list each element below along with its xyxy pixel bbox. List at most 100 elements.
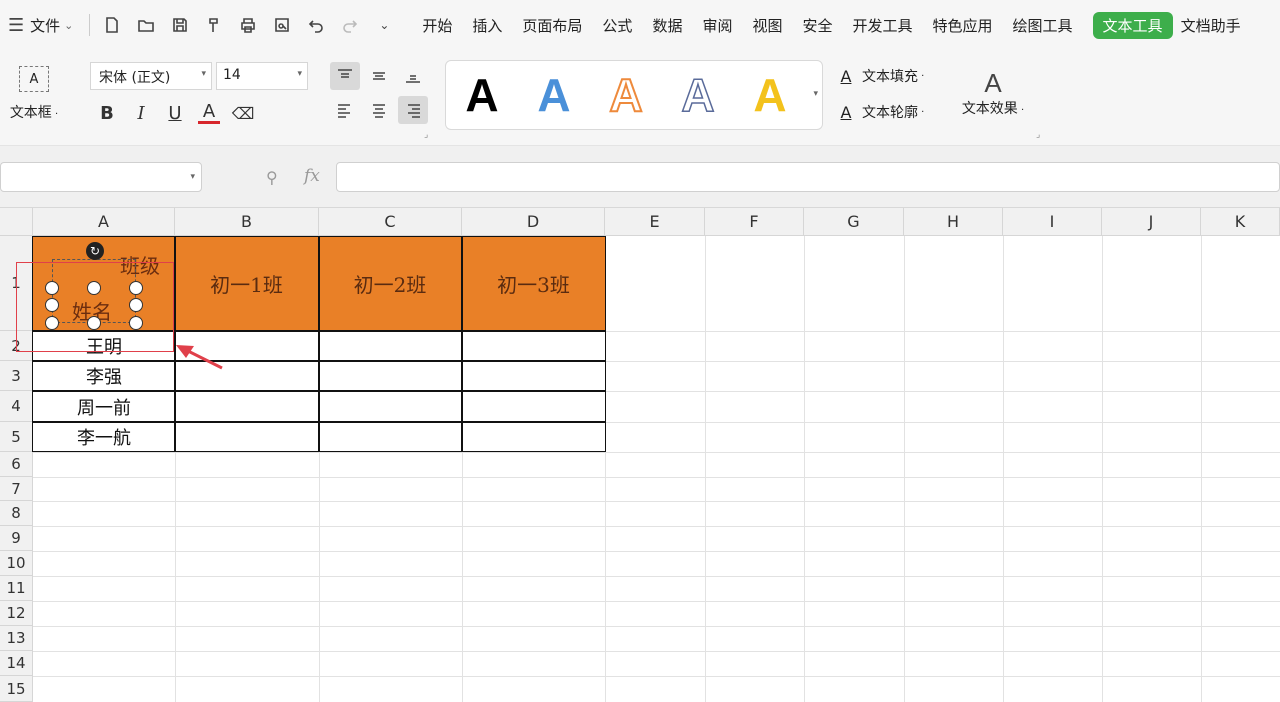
row-header-4[interactable]: 4 <box>0 391 33 422</box>
row-header-11[interactable]: 11 <box>0 576 33 601</box>
tab-developer[interactable]: 开发工具 <box>853 15 913 36</box>
save-icon[interactable] <box>168 13 192 37</box>
tab-doc-assistant[interactable]: 文档助手 <box>1181 15 1241 36</box>
font-color-button[interactable]: A <box>198 101 220 124</box>
column-header-i[interactable]: I <box>1003 208 1102 236</box>
redo-icon[interactable] <box>338 13 362 37</box>
table-vline <box>318 236 320 452</box>
column-header-b[interactable]: B <box>175 208 319 236</box>
tab-start[interactable]: 开始 <box>422 15 452 36</box>
textbox-button[interactable]: A 文本框 · <box>4 62 64 122</box>
row-header-14[interactable]: 14 <box>0 651 33 676</box>
text-outline-button[interactable]: A 文本轮廓 · <box>836 102 925 122</box>
column-header-k[interactable]: K <box>1201 208 1280 236</box>
tab-security[interactable]: 安全 <box>802 15 832 36</box>
column-header-a[interactable]: A <box>33 208 175 236</box>
align-middle-icon[interactable] <box>364 62 394 90</box>
cell-d1[interactable]: 初一3班 <box>462 236 605 331</box>
gridline <box>33 651 1280 652</box>
ribbon: A 文本框 · 宋体 (正文) ▾ 14 ▾ B I U A ⌫ ⌟ A A A… <box>0 50 1280 146</box>
formula-bar: ▾ ⚲ fx <box>0 146 1280 208</box>
italic-button[interactable]: I <box>130 102 152 124</box>
row-header-9[interactable]: 9 <box>0 526 33 551</box>
column-header-h[interactable]: H <box>904 208 1003 236</box>
dropdown-arrow-icon: ▾ <box>201 69 206 79</box>
wordart-style-orange-outline[interactable]: A <box>590 68 662 122</box>
dialog-launcher-icon[interactable]: ⌟ <box>424 130 428 140</box>
select-all-corner[interactable] <box>0 208 33 236</box>
column-header-g[interactable]: G <box>804 208 904 236</box>
column-header-j[interactable]: J <box>1102 208 1201 236</box>
name-box[interactable]: ▾ <box>0 162 202 192</box>
gallery-more-icon[interactable]: ▾ <box>813 89 818 99</box>
undo-icon[interactable] <box>304 13 328 37</box>
cell-a5[interactable]: 李一航 <box>33 422 175 452</box>
tab-insert[interactable]: 插入 <box>472 15 502 36</box>
wordart-style-blue[interactable]: A <box>518 68 590 122</box>
cell-c1[interactable]: 初一2班 <box>319 236 462 331</box>
dialog-launcher-icon[interactable]: ⌟ <box>1036 130 1040 140</box>
column-header-d[interactable]: D <box>462 208 605 236</box>
gridline <box>605 236 606 702</box>
rotate-handle-icon[interactable]: ↻ <box>86 242 104 260</box>
row-header-3[interactable]: 3 <box>0 361 33 391</box>
open-folder-icon[interactable] <box>134 13 158 37</box>
tab-view[interactable]: 视图 <box>752 15 782 36</box>
gridline <box>1201 236 1202 702</box>
row-header-10[interactable]: 10 <box>0 551 33 576</box>
zoom-search-icon[interactable]: ⚲ <box>266 168 278 187</box>
column-header-e[interactable]: E <box>605 208 705 236</box>
tab-special-apps[interactable]: 特色应用 <box>933 15 993 36</box>
formula-input[interactable] <box>336 162 1280 192</box>
font-size-select[interactable]: 14 ▾ <box>216 62 308 90</box>
align-center-icon[interactable] <box>364 96 394 124</box>
file-menu[interactable]: 文件 <box>30 15 60 36</box>
cell-a3[interactable]: 李强 <box>33 361 175 391</box>
underline-button[interactable]: U <box>164 102 186 124</box>
text-fill-button[interactable]: A 文本填充 · <box>836 66 925 86</box>
align-left-icon[interactable] <box>330 96 360 124</box>
print-icon[interactable] <box>236 13 260 37</box>
gridline <box>1102 236 1103 702</box>
row-header-12[interactable]: 12 <box>0 601 33 626</box>
gridline <box>33 551 1280 552</box>
print-preview-icon[interactable] <box>270 13 294 37</box>
text-effect-button[interactable]: A 文本效果 · <box>955 68 1031 118</box>
column-header-f[interactable]: F <box>705 208 804 236</box>
align-right-icon[interactable] <box>398 96 428 124</box>
tab-review[interactable]: 审阅 <box>702 15 732 36</box>
row-header-6[interactable]: 6 <box>0 452 33 477</box>
tab-drawing-tools[interactable]: 绘图工具 <box>1013 15 1073 36</box>
tab-page-layout[interactable]: 页面布局 <box>522 15 582 36</box>
wordart-style-outline[interactable]: A <box>662 68 734 122</box>
cell-b1[interactable]: 初一1班 <box>175 236 319 331</box>
chevron-down-icon[interactable]: ⌄ <box>64 19 73 32</box>
hamburger-icon[interactable]: ☰ <box>8 15 24 36</box>
tab-formulas[interactable]: 公式 <box>602 15 632 36</box>
tab-text-tools[interactable]: 文本工具 <box>1092 11 1173 39</box>
row-header-7[interactable]: 7 <box>0 477 33 501</box>
divider <box>89 14 91 36</box>
text-effect-label: 文本效果 <box>961 101 1018 117</box>
bold-button[interactable]: B <box>96 102 118 124</box>
wordart-style-yellow[interactable]: A <box>734 68 806 122</box>
wordart-style-black[interactable]: A <box>446 68 518 122</box>
customize-toolbar-icon[interactable]: ⌄ <box>372 13 396 37</box>
row-header-8[interactable]: 8 <box>0 501 33 526</box>
clear-format-icon[interactable]: ⌫ <box>232 102 255 124</box>
row-header-5[interactable]: 5 <box>0 422 33 452</box>
row-header-15[interactable]: 15 <box>0 676 33 702</box>
align-bottom-icon[interactable] <box>398 62 428 90</box>
text-outline-label: 文本轮廓 <box>862 105 918 121</box>
font-name-select[interactable]: 宋体 (正文) ▾ <box>90 62 212 90</box>
format-painter-icon[interactable] <box>202 13 226 37</box>
tab-data[interactable]: 数据 <box>652 15 682 36</box>
align-top-icon[interactable] <box>330 62 360 90</box>
function-icon[interactable]: fx <box>304 166 320 186</box>
cell-a4[interactable]: 周一前 <box>33 391 175 422</box>
gridline <box>804 236 805 702</box>
gridline <box>33 452 1280 453</box>
row-header-13[interactable]: 13 <box>0 626 33 651</box>
column-header-c[interactable]: C <box>319 208 462 236</box>
new-file-icon[interactable] <box>100 13 124 37</box>
